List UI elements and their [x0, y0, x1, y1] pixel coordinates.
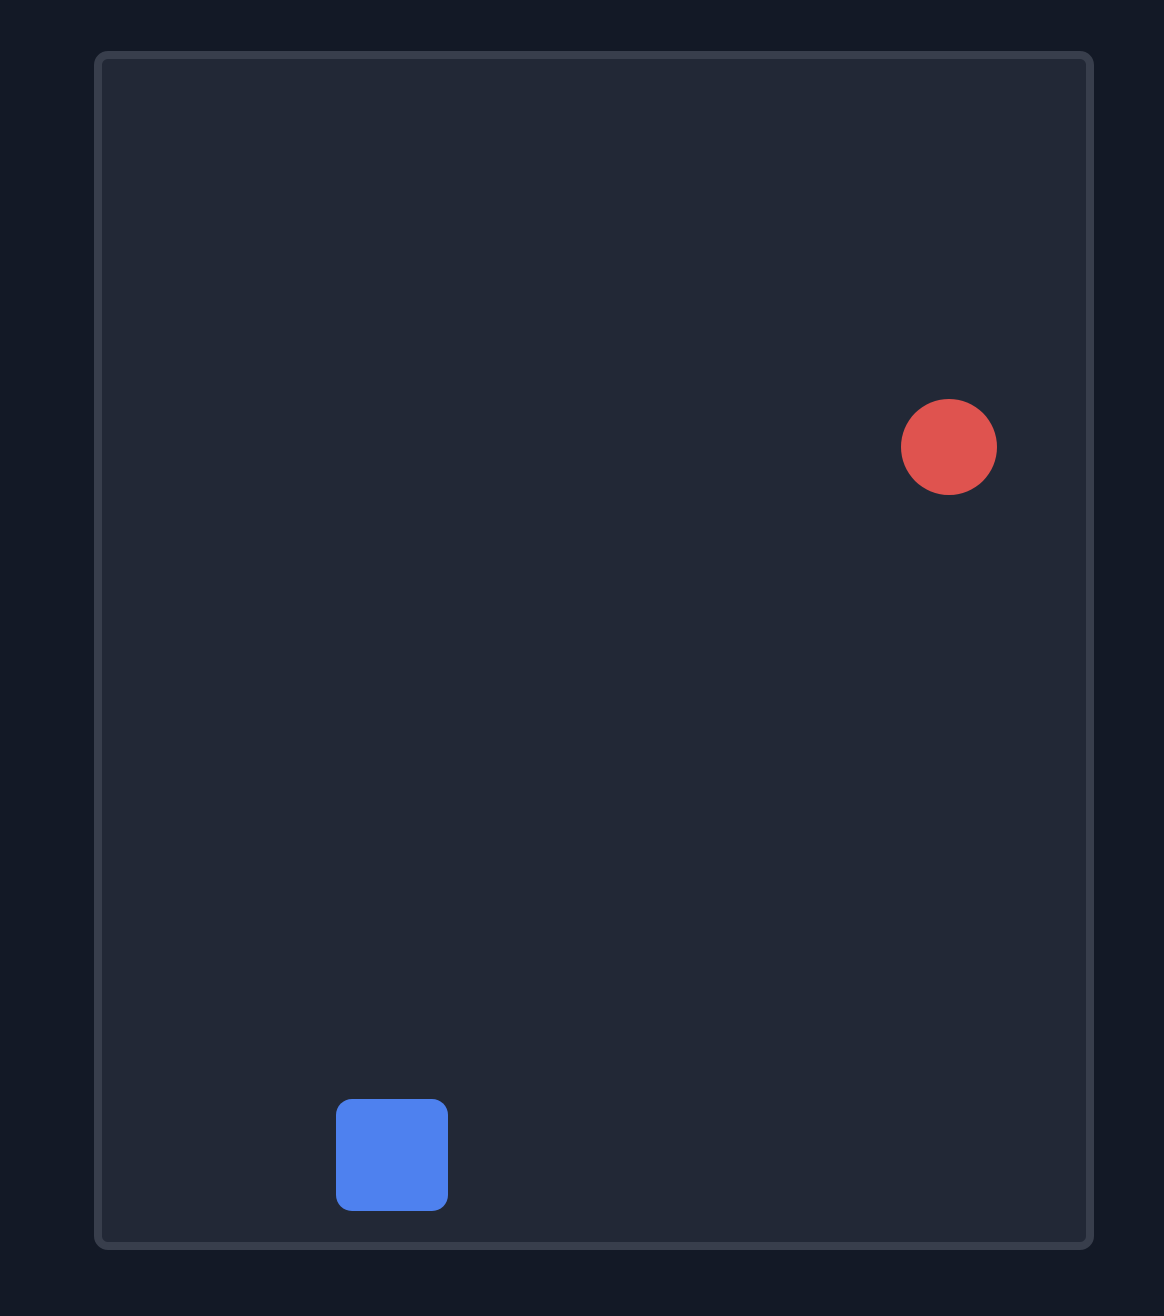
red-circle-target[interactable] — [901, 399, 997, 495]
game-arena[interactable] — [94, 51, 1094, 1250]
game-stage — [0, 0, 1164, 1316]
blue-square-player[interactable] — [336, 1099, 448, 1211]
